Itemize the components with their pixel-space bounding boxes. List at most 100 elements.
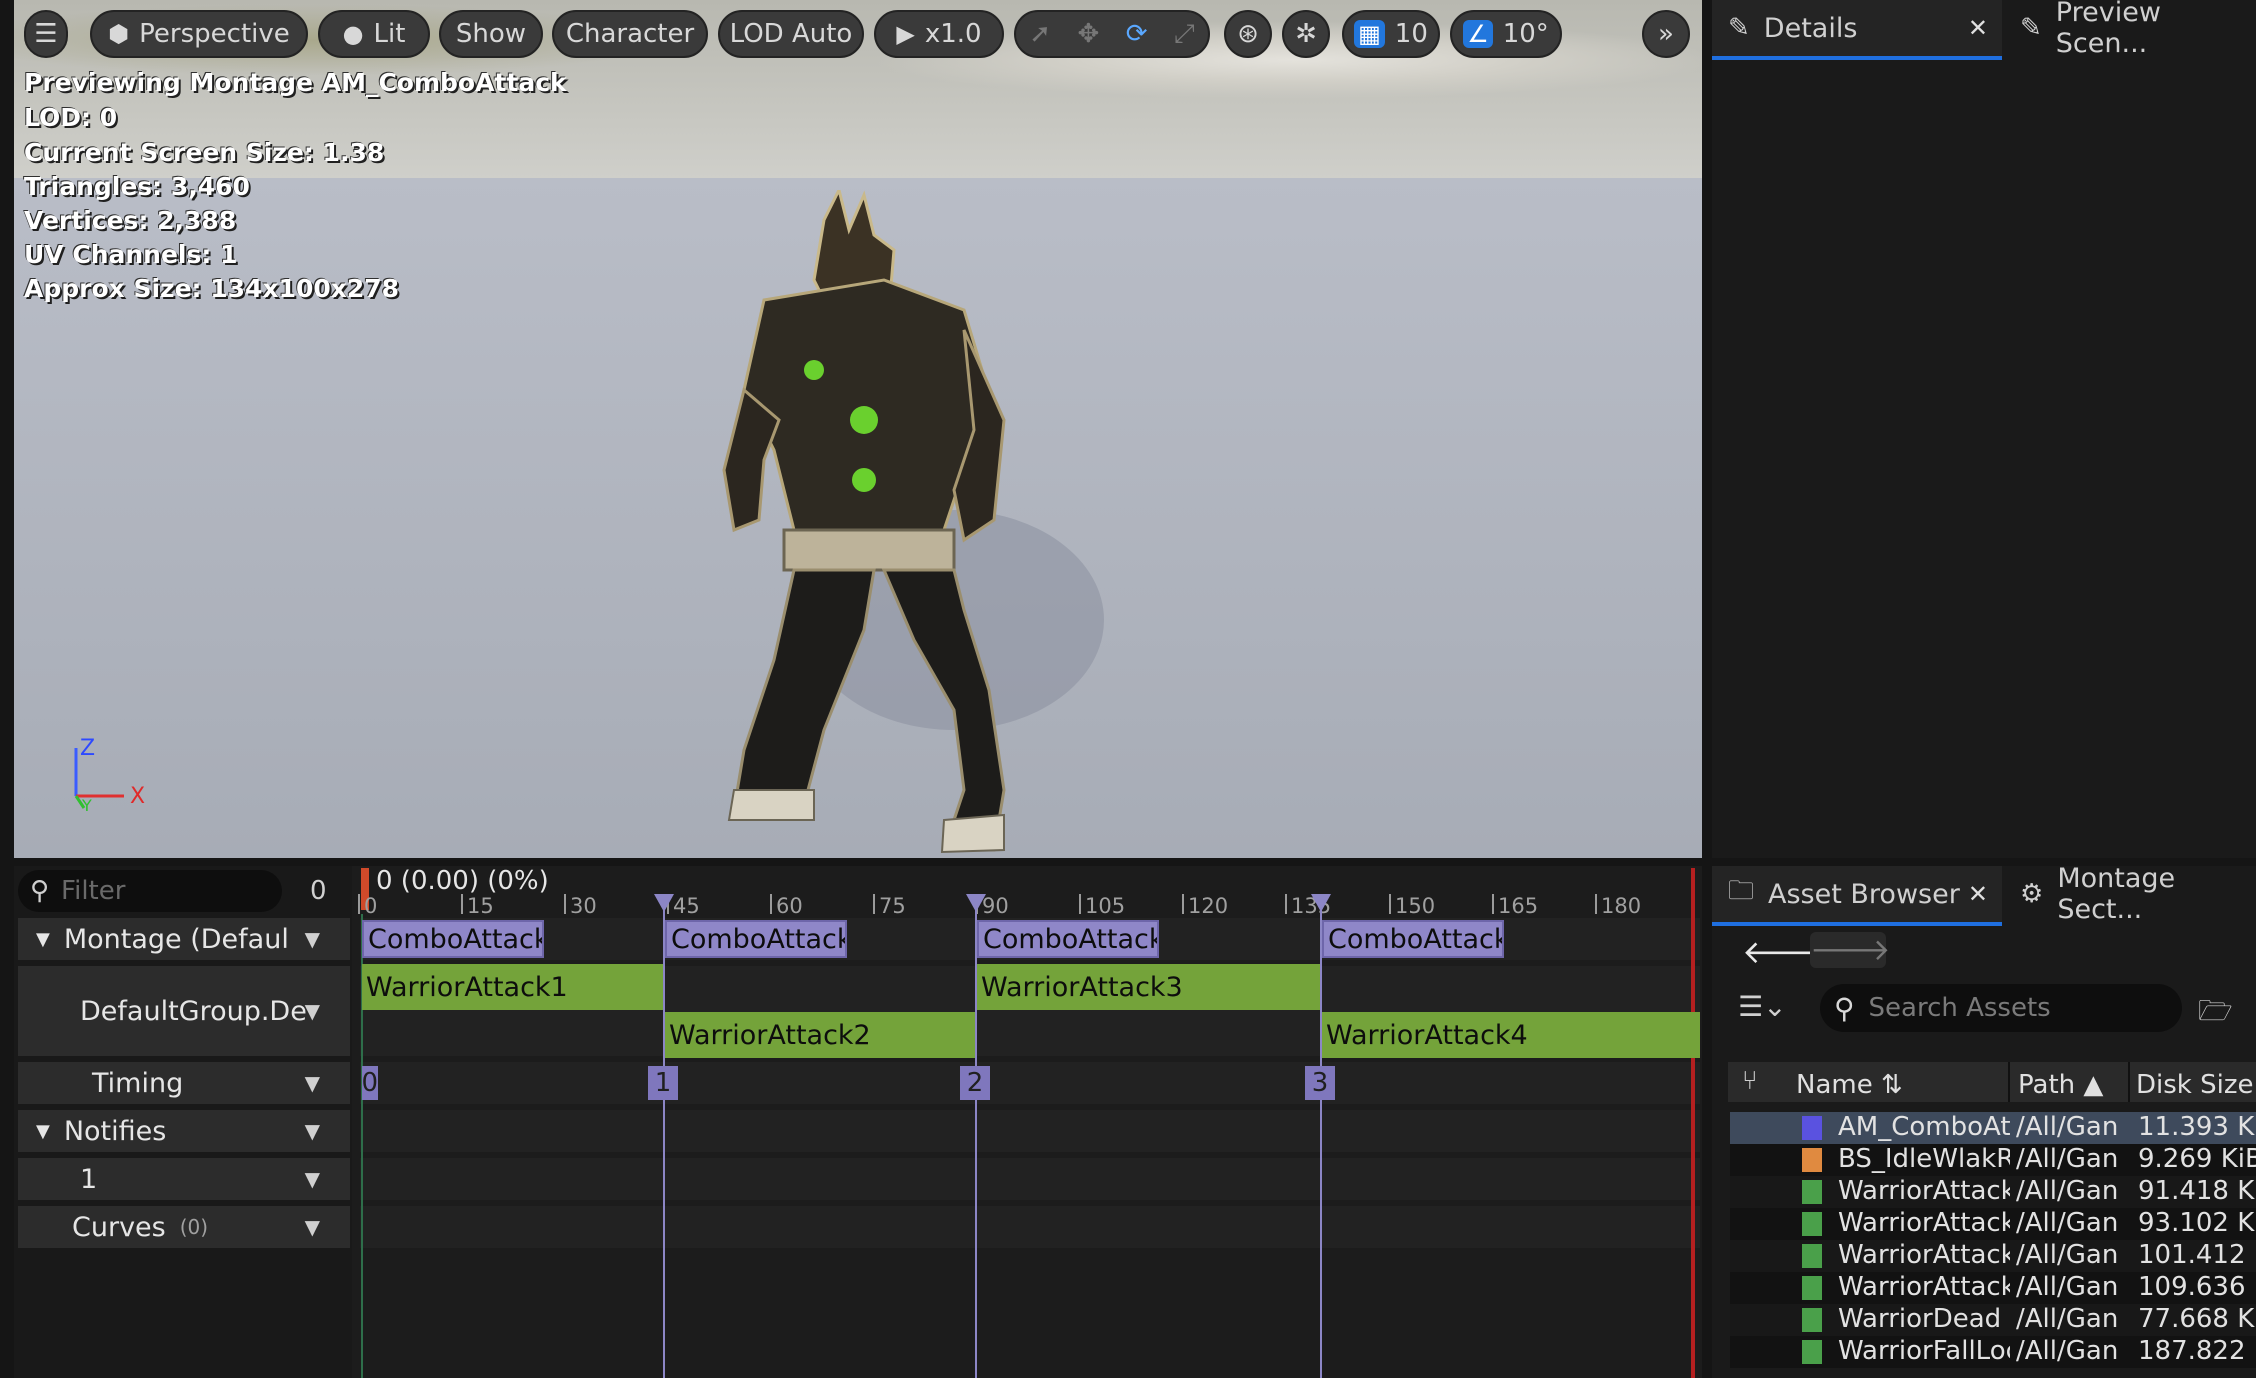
asset-row[interactable]: BS_IdleWlakRu/All/Gan 9.269 KiB: [1730, 1144, 2256, 1176]
section-marker-icon[interactable]: [1311, 894, 1331, 912]
asset-name: WarriorAttack3: [1838, 1240, 2010, 1270]
asset-row[interactable]: WarriorAttack1/All/Gan 91.418 Ki: [1730, 1176, 2256, 1208]
asset-size: 187.822 K: [2138, 1336, 2256, 1366]
stat-approx-size: Approx Size: 134x100x278: [24, 274, 400, 303]
filter-count: 0: [310, 876, 327, 906]
asset-row[interactable]: AM_ComboAtt/All/Gan 11.393 Ki: [1730, 1112, 2256, 1144]
sphere-icon: ●: [342, 20, 364, 48]
dropdown-arrow-icon[interactable]: ▼: [305, 1119, 320, 1143]
section-comboattack2[interactable]: ComboAttack2: [665, 920, 847, 958]
anim-segment-warriorattack4[interactable]: WarriorAttack4: [1322, 1012, 1700, 1058]
section-marker-icon[interactable]: [966, 894, 986, 912]
close-icon[interactable]: ✕: [1968, 880, 1988, 908]
viewport[interactable]: ☰ ⬢ Perspective ● Lit Show Character LOD…: [14, 0, 1702, 858]
perspective-button[interactable]: ⬢ Perspective: [90, 10, 308, 58]
dropdown-arrow-icon[interactable]: ▼: [305, 927, 320, 951]
tick-label: 90: [982, 894, 1009, 918]
asset-size: 101.412 K: [2138, 1240, 2256, 1270]
column-path[interactable]: Path ▲: [2018, 1070, 2103, 1100]
asset-size: 91.418 Ki: [2138, 1176, 2256, 1206]
angle-icon: ∠: [1463, 20, 1493, 48]
tick-label: 105: [1085, 894, 1126, 918]
tab-montage-sections[interactable]: ⚙ Montage Sect...: [2004, 863, 2256, 925]
asset-row[interactable]: WarriorAttack4/All/Gan 109.636 K: [1730, 1272, 2256, 1304]
stat-lod: LOD: 0: [24, 103, 118, 132]
tab-details[interactable]: ✎ Details ✕: [1712, 0, 2002, 56]
double-chevron-right-icon: »: [1658, 19, 1674, 49]
tick-mark: [873, 894, 875, 914]
section-marker-icon[interactable]: [654, 894, 674, 912]
select-icon[interactable]: ➚: [1029, 19, 1051, 49]
search-assets-input[interactable]: ⚲ Search Assets: [1820, 984, 2182, 1032]
track-notifies[interactable]: ▼ Notifies ▼: [18, 1110, 350, 1152]
dropdown-arrow-icon[interactable]: ▼: [305, 1071, 320, 1095]
dropdown-arrow-icon[interactable]: ▼: [305, 1215, 320, 1239]
asset-path: /All/Gan: [2016, 1272, 2119, 1302]
column-disk-size[interactable]: Disk Size: [2136, 1070, 2253, 1100]
stat-screen-size: Current Screen Size: 1.38: [24, 138, 385, 167]
track-timing[interactable]: Timing ▼: [18, 1062, 350, 1104]
playback-speed-button[interactable]: ▶ x1.0: [874, 10, 1004, 58]
track-default-group[interactable]: DefaultGroup.De ▼: [18, 966, 350, 1056]
more-options-button[interactable]: »: [1642, 10, 1690, 58]
track-notify-1[interactable]: 1 ▼: [18, 1158, 350, 1200]
asset-row[interactable]: WarriorAttack2/All/Gan 93.102 Ki: [1730, 1208, 2256, 1240]
filter-list-icon[interactable]: ☰⌄: [1738, 990, 1787, 1023]
timing-marker-3[interactable]: 3: [1305, 1066, 1335, 1100]
sections-icon: ⚙: [2020, 879, 2044, 909]
tab-asset-browser[interactable]: 🗀 Asset Browser ✕: [1712, 866, 2002, 922]
close-icon[interactable]: ✕: [1968, 14, 1988, 42]
branch-icon[interactable]: ⑂: [1742, 1066, 1758, 1096]
rotate-icon[interactable]: ⟳: [1126, 19, 1148, 49]
track-curves[interactable]: Curves (0) ▼: [18, 1206, 350, 1248]
dropdown-arrow-icon[interactable]: ▼: [305, 1167, 320, 1191]
surface-snap-button[interactable]: ✲: [1282, 10, 1330, 58]
lit-button[interactable]: ● Lit: [318, 10, 430, 58]
asset-path: /All/Gan: [2016, 1144, 2119, 1174]
asset-type-icon: [1802, 1244, 1822, 1268]
section-line: [1320, 900, 1322, 1378]
folder-icon[interactable]: 🗁: [2198, 990, 2233, 1038]
anim-segment-warriorattack2[interactable]: WarriorAttack2: [665, 1012, 975, 1058]
lane-notifies: [360, 1110, 1700, 1152]
tab-preview-scene[interactable]: ✎ Preview Scen...: [2004, 0, 2256, 59]
local-world-button[interactable]: ⊛: [1224, 10, 1272, 58]
forward-arrow-icon[interactable]: 🡒: [1810, 932, 1890, 968]
asset-path: /All/Gan: [2016, 1240, 2119, 1270]
timing-marker-0[interactable]: 0: [362, 1066, 378, 1100]
asset-row[interactable]: WarriorFallLoc/All/Gan 187.822 K: [1730, 1336, 2256, 1368]
folder-search-icon: 🗀: [1728, 876, 1755, 906]
asset-row[interactable]: WarriorAttack3/All/Gan 101.412 K: [1730, 1240, 2256, 1272]
end-marker[interactable]: [1691, 868, 1695, 1378]
pencil-icon: ✎: [1728, 13, 1750, 43]
asset-name: WarriorFallLoc: [1838, 1336, 2010, 1366]
section-comboattack3[interactable]: ComboAttack3: [977, 920, 1159, 958]
character-button[interactable]: Character: [552, 10, 708, 58]
translate-icon[interactable]: ✥: [1077, 19, 1099, 49]
collapse-arrow-icon[interactable]: ▼: [36, 1121, 50, 1142]
collapse-arrow-icon[interactable]: ▼: [36, 929, 50, 950]
section-comboattack1[interactable]: ComboAttack1: [362, 920, 544, 958]
tick-label: 165: [1498, 894, 1539, 918]
details-panel: [1712, 0, 2256, 858]
grid-snap-button[interactable]: ▦ 10: [1342, 10, 1440, 58]
viewport-menu-button[interactable]: ☰: [24, 10, 68, 58]
timing-marker-2[interactable]: 2: [960, 1066, 990, 1100]
axis-y-label: Y: [82, 796, 92, 815]
scale-icon[interactable]: ⤢: [1174, 19, 1195, 50]
show-button[interactable]: Show: [439, 10, 543, 58]
angle-snap-button[interactable]: ∠ 10°: [1450, 10, 1562, 58]
character-model[interactable]: [664, 190, 1144, 858]
anim-segment-warriorattack3[interactable]: WarriorAttack3: [977, 964, 1320, 1010]
anim-segment-warriorattack1[interactable]: WarriorAttack1: [362, 964, 663, 1010]
track-montage[interactable]: ▼ Montage (Defaul ▼: [18, 918, 350, 960]
lod-button[interactable]: LOD Auto: [718, 10, 864, 58]
asset-name: WarriorDead: [1838, 1304, 2002, 1334]
filter-input[interactable]: ⚲ Filter: [18, 870, 282, 912]
dropdown-arrow-icon[interactable]: ▼: [305, 999, 320, 1023]
column-name[interactable]: Name ⇅: [1796, 1070, 1903, 1100]
asset-row[interactable]: WarriorDead/All/Gan 77.668 Ki: [1730, 1304, 2256, 1336]
section-comboattack4[interactable]: ComboAttack4: [1322, 920, 1504, 958]
timing-marker-1[interactable]: 1: [648, 1066, 678, 1100]
tick-label: 75: [879, 894, 906, 918]
